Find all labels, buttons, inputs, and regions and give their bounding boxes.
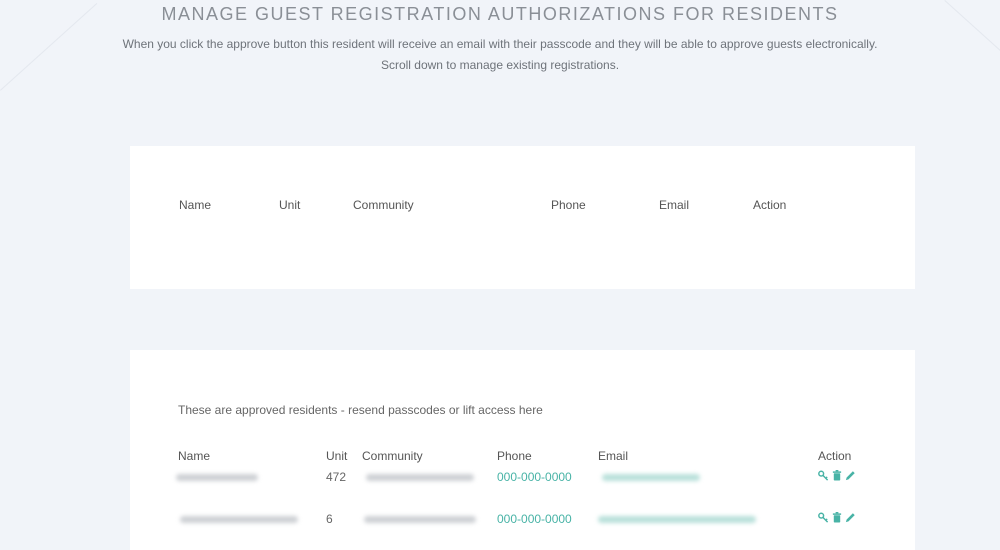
key-icon[interactable] bbox=[818, 470, 829, 481]
redacted-community bbox=[366, 474, 474, 481]
subtitle-line: When you click the approve button this r… bbox=[122, 37, 878, 51]
column-header-name: Name bbox=[179, 198, 212, 212]
phone-link[interactable]: 000-000-0000 bbox=[497, 512, 572, 526]
column-header-unit: Unit bbox=[279, 198, 301, 212]
column-header-action: Action bbox=[818, 449, 852, 463]
row-actions bbox=[818, 512, 856, 523]
pencil-icon[interactable] bbox=[845, 512, 856, 523]
approved-residents-note: These are approved residents - resend pa… bbox=[178, 403, 543, 417]
trash-icon[interactable] bbox=[832, 470, 842, 481]
unit-cell: 6 bbox=[326, 512, 333, 526]
redacted-name bbox=[176, 474, 258, 481]
column-header-unit: Unit bbox=[326, 449, 348, 463]
unit-cell: 472 bbox=[326, 470, 347, 484]
approved-residents-card: These are approved residents - resend pa… bbox=[130, 350, 915, 550]
trash-icon[interactable] bbox=[832, 512, 842, 523]
column-header-phone: Phone bbox=[497, 449, 532, 463]
redacted-email-link[interactable] bbox=[602, 474, 700, 481]
subtitle-line: Scroll down to manage existing registrat… bbox=[380, 58, 620, 72]
pending-registrations-card: Name Unit Community Phone Email Action bbox=[130, 146, 915, 289]
key-icon[interactable] bbox=[818, 512, 829, 523]
page-title: MANAGE GUEST REGISTRATION AUTHORIZATIONS… bbox=[161, 4, 839, 24]
row-actions bbox=[818, 470, 856, 481]
page-subtitle: When you click the approve button this r… bbox=[0, 34, 1000, 76]
column-header-email: Email bbox=[598, 449, 629, 463]
pencil-icon[interactable] bbox=[845, 470, 856, 481]
column-header-community: Community bbox=[353, 198, 414, 212]
column-header-community: Community bbox=[362, 449, 423, 463]
column-header-phone: Phone bbox=[551, 198, 586, 212]
phone-link[interactable]: 000-000-0000 bbox=[497, 470, 572, 484]
column-header-name: Name bbox=[178, 449, 211, 463]
column-header-action: Action bbox=[753, 198, 787, 212]
column-header-email: Email bbox=[659, 198, 690, 212]
